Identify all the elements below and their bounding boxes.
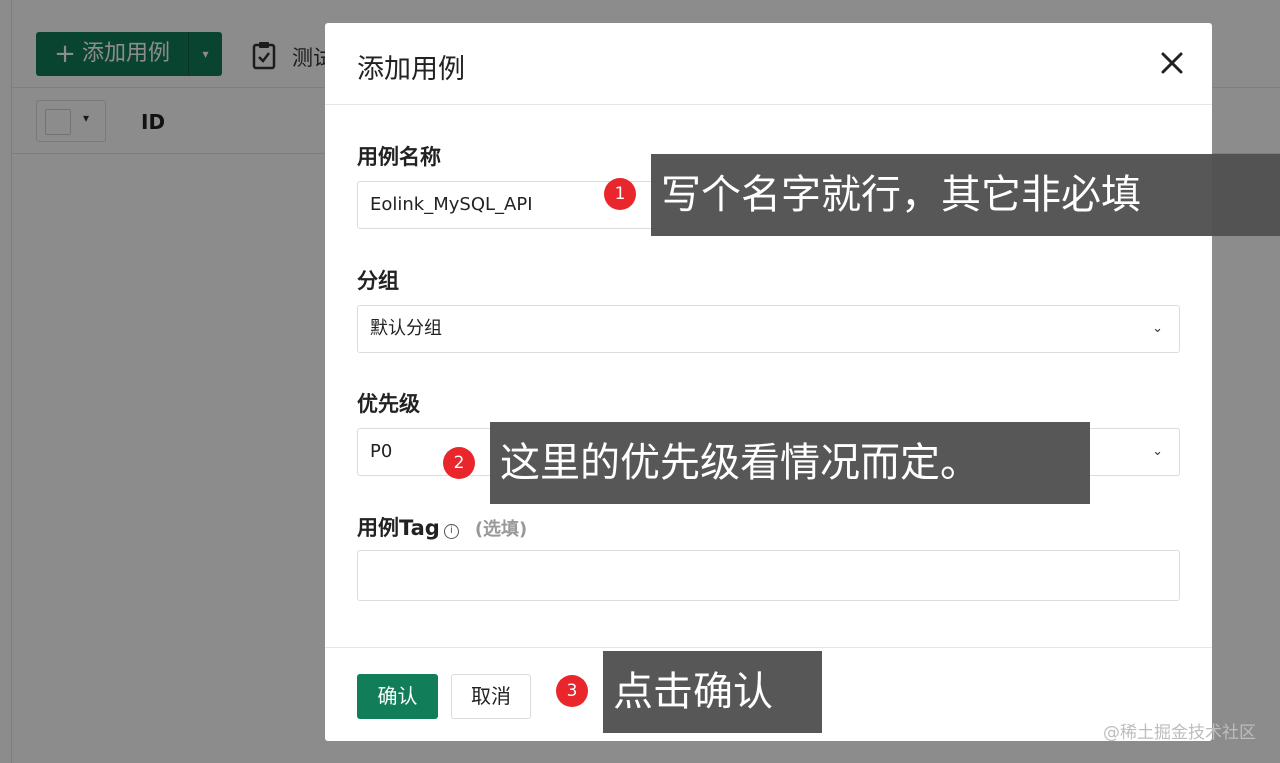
group-select[interactable]: 默认分组 ⌄ (357, 305, 1180, 353)
dialog-header: 添加用例 (325, 23, 1212, 105)
annotation-badge-2: 2 (443, 447, 475, 479)
group-label: 分组 (357, 269, 399, 293)
info-icon[interactable]: i (443, 524, 459, 539)
annotation-badge-3: 3 (556, 675, 588, 707)
close-icon (1161, 52, 1183, 74)
annotation-callout-2: 这里的优先级看情况而定。 (480, 422, 1090, 504)
add-case-dialog: 添加用例 用例名称 Eolink_MySQL_API 分组 默认分组 ⌄ 优先级… (325, 23, 1212, 741)
dialog-title: 添加用例 (357, 54, 465, 85)
case-name-label: 用例名称 (357, 145, 441, 169)
tag-label: 用例Tag i (选填) (357, 512, 527, 542)
tag-label-text: 用例Tag (357, 516, 440, 540)
chevron-down-icon: ⌄ (1152, 444, 1163, 459)
optional-note: (选填) (474, 519, 528, 540)
annotation-callout-1: 写个名字就行，其它非必填 (641, 154, 1280, 236)
priority-select-value: P0 (370, 441, 393, 462)
priority-label: 优先级 (357, 392, 420, 416)
watermark: @稀土掘金技术社区 (1103, 723, 1256, 743)
tag-input[interactable] (357, 550, 1180, 601)
cancel-button[interactable]: 取消 (451, 674, 531, 719)
group-select-value: 默认分组 (370, 318, 442, 339)
confirm-button[interactable]: 确认 (357, 674, 438, 719)
chevron-down-icon: ⌄ (1152, 321, 1163, 336)
annotation-callout-3: 点击确认 (593, 651, 822, 733)
close-button[interactable] (1154, 45, 1190, 81)
annotation-badge-1: 1 (604, 178, 636, 210)
